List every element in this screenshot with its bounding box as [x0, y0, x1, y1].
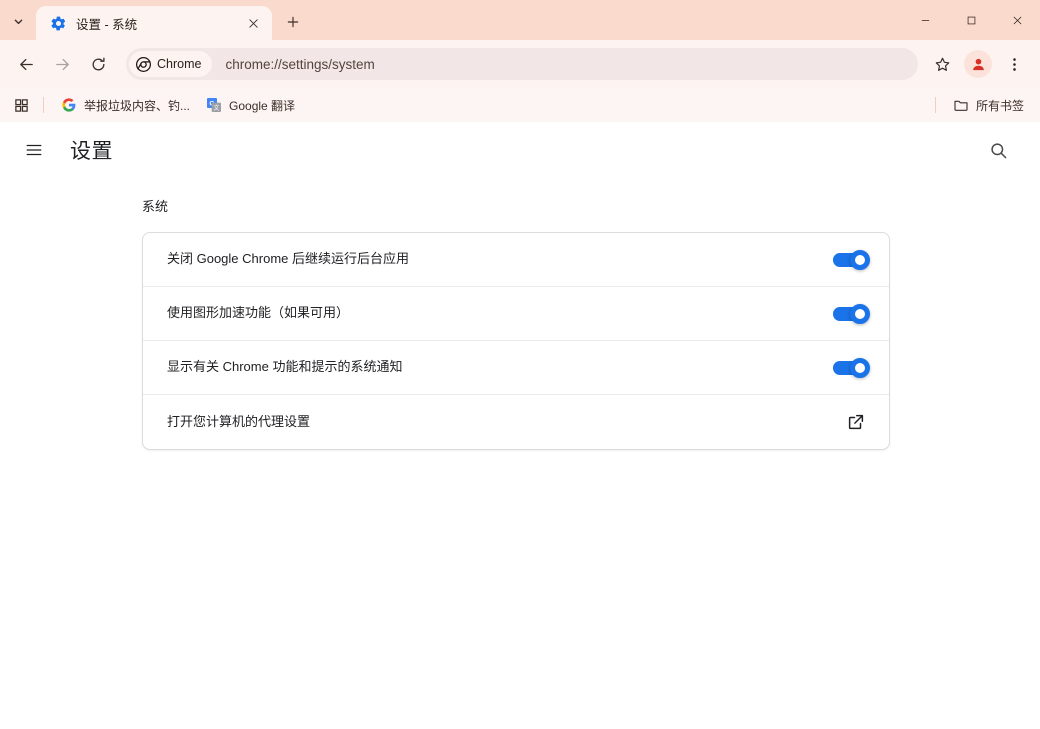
maximize-icon — [967, 16, 975, 24]
section-title: 系统 — [142, 199, 169, 214]
address-bar[interactable]: Chrome chrome://settings/system — [126, 48, 918, 80]
settings-search-button[interactable] — [980, 132, 1016, 168]
open-proxy-settings-button[interactable] — [845, 411, 867, 433]
bookmarks-separator-right — [934, 97, 936, 113]
close-icon — [1013, 16, 1021, 24]
browser-tab[interactable]: 设置 - 系统 — [36, 6, 272, 40]
page-title: 设置 — [70, 140, 113, 163]
system-settings-card: 关闭 Google Chrome 后继续运行后台应用 使用图形加速功能（如果可用… — [142, 232, 890, 450]
bookmark-label: 举报垃圾内容、钓... — [84, 98, 191, 113]
setting-label: 关闭 Google Chrome 后继续运行后台应用 — [167, 251, 409, 267]
hamburger-menu-icon — [26, 144, 42, 156]
star-icon — [935, 57, 949, 71]
three-dots-vertical-icon — [1012, 57, 1016, 71]
chevron-down-icon — [14, 19, 22, 24]
settings-content: 系统 关闭 Google Chrome 后继续运行后台应用 使用图形加速功能（如… — [0, 178, 1040, 450]
reload-icon — [92, 57, 105, 70]
apps-shortcut-button[interactable] — [8, 92, 34, 118]
url-text: chrome://settings/system — [225, 57, 374, 72]
reload-button[interactable] — [83, 49, 113, 79]
all-bookmarks-label: 所有书签 — [975, 98, 1024, 113]
search-icon — [990, 142, 1006, 158]
forward-button[interactable] — [47, 49, 77, 79]
settings-page: 设置 系统 关闭 Google Chrome 后继续运行后台应用 使用图形加速功… — [0, 122, 1040, 729]
folder-icon — [954, 100, 968, 111]
window-controls — [902, 0, 1040, 40]
tab-title: 设置 - 系统 — [76, 17, 138, 32]
google-translate-icon: G 文 — [207, 98, 222, 112]
title-bar: 设置 - 系统 — [0, 0, 1040, 40]
bookmark-item-google-translate[interactable]: G 文 Google 翻译 — [198, 93, 303, 117]
url-value: chrome://settings/system — [225, 56, 375, 72]
toggle-hardware-acceleration[interactable] — [833, 303, 870, 324]
setting-row-hardware-acceleration[interactable]: 使用图形加速功能（如果可用） — [143, 287, 889, 341]
gear-icon — [51, 16, 66, 30]
browser-toolbar: Chrome chrome://settings/system — [0, 40, 1040, 88]
all-bookmarks-button[interactable]: 所有书签 — [945, 93, 1032, 117]
external-link-icon — [848, 414, 864, 430]
toggle-background-apps[interactable] — [833, 249, 870, 270]
toggle-knob — [850, 249, 870, 270]
maximize-button[interactable] — [948, 0, 994, 40]
grid-apps-icon — [14, 98, 28, 112]
settings-header: 设置 — [0, 122, 1040, 178]
setting-row-proxy-settings[interactable]: 打开您计算机的代理设置 — [143, 395, 889, 449]
tab-close-button[interactable] — [242, 12, 264, 34]
google-icon — [62, 98, 76, 112]
toggle-knob — [850, 357, 870, 378]
setting-row-system-notifications[interactable]: 显示有关 Chrome 功能和提示的系统通知 — [143, 341, 889, 395]
toggle-knob — [850, 303, 870, 324]
all-bookmarks-area: 所有书签 — [926, 88, 1032, 122]
arrow-right-icon — [55, 58, 69, 70]
chrome-chip-label: Chrome — [157, 57, 202, 71]
settings-menu-button[interactable] — [16, 132, 52, 168]
person-icon — [972, 58, 984, 70]
setting-row-background-apps[interactable]: 关闭 Google Chrome 后继续运行后台应用 — [143, 233, 889, 287]
chrome-logo-icon — [136, 56, 151, 72]
profile-avatar-button[interactable] — [964, 50, 992, 78]
arrow-left-icon — [19, 58, 33, 70]
setting-label: 打开您计算机的代理设置 — [167, 413, 311, 429]
setting-label: 显示有关 Chrome 功能和提示的系统通知 — [167, 359, 403, 375]
plus-icon — [287, 16, 299, 28]
chrome-origin-chip[interactable]: Chrome — [129, 51, 213, 77]
bookmarks-bar: 举报垃圾内容、钓... G 文 Google 翻译 所有书签 — [0, 88, 1040, 122]
close-window-button[interactable] — [994, 0, 1040, 40]
chrome-menu-button[interactable] — [999, 49, 1029, 79]
bookmark-star-button[interactable] — [927, 49, 957, 79]
toggle-system-notifications[interactable] — [833, 357, 870, 378]
minimize-button[interactable] — [902, 0, 948, 40]
bookmark-label: Google 翻译 — [229, 98, 296, 113]
new-tab-button[interactable] — [278, 7, 308, 37]
bookmarks-separator — [43, 97, 44, 113]
bookmark-item-report-spam[interactable]: 举报垃圾内容、钓... — [53, 93, 198, 117]
minimize-icon — [921, 19, 929, 21]
setting-label: 使用图形加速功能（如果可用） — [167, 305, 350, 321]
back-button[interactable] — [11, 49, 41, 79]
close-icon — [248, 18, 258, 28]
tab-search-button[interactable] — [4, 7, 32, 35]
